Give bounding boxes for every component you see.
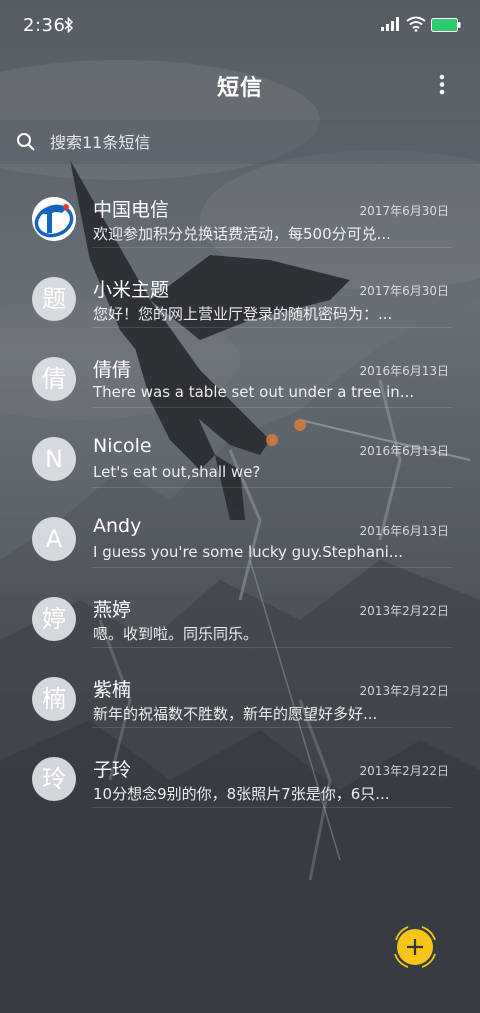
contact-name: Andy: [93, 515, 142, 537]
message-preview: 欢迎参加积分兑换话费活动，每500分可兑...: [93, 225, 391, 243]
message-date: 2016年6月13日: [359, 444, 449, 458]
avatar: 婷: [32, 597, 76, 641]
app-header: 短信: [0, 60, 480, 110]
message-date: 2013年2月22日: [359, 684, 449, 698]
avatar: 玲: [32, 757, 76, 801]
page-title: 短信: [216, 76, 263, 101]
message-date: 2013年2月22日: [359, 764, 449, 778]
message-date: 2016年6月13日: [359, 524, 449, 538]
conversation-item[interactable]: 中国电信 2017年6月30日 欢迎参加积分兑换话费活动，每500分可兑...: [0, 168, 480, 248]
conversation-item[interactable]: N Nicole 2016年6月13日 Let's eat out,shall …: [0, 408, 480, 488]
message-date: 2017年6月30日: [359, 284, 449, 298]
message-preview: There was a table set out under a tree i…: [93, 383, 415, 401]
contact-name: 燕婷: [93, 599, 132, 621]
contact-name: 中国电信: [93, 199, 170, 221]
conversation-item[interactable]: 婷 燕婷 2013年2月22日 嗯。收到啦。同乐同乐。: [0, 568, 480, 648]
conversation-item[interactable]: 楠 紫楠 2013年2月22日 新年的祝福数不胜数，新年的愿望好多好...: [0, 648, 480, 728]
avatar: [32, 197, 76, 241]
contact-name: 紫楠: [93, 679, 132, 701]
avatar: N: [32, 437, 76, 481]
bluetooth-icon: [64, 17, 74, 33]
contact-name: Nicole: [93, 435, 152, 457]
avatar: 倩: [32, 357, 76, 401]
signal-icon: [381, 17, 399, 31]
message-date: 2017年6月30日: [359, 204, 449, 218]
message-date: 2013年2月22日: [359, 604, 449, 618]
conversation-item[interactable]: 玲 子玲 2013年2月22日 10分想念9别的你，8张照片7张是你，6只...: [0, 728, 480, 808]
search-input[interactable]: [50, 120, 450, 164]
search-icon: [17, 133, 35, 151]
conversation-item[interactable]: A Andy 2016年6月13日 I guess you're some lu…: [0, 488, 480, 568]
message-preview: I guess you're some lucky guy.Stephani..…: [93, 543, 404, 561]
search-bar[interactable]: [0, 120, 480, 164]
status-time: 2:36: [23, 15, 66, 36]
status-bar: 2:36: [0, 0, 480, 52]
message-preview: Let's eat out,shall we?: [93, 463, 261, 481]
battery-icon: [431, 18, 461, 32]
more-vertical-icon[interactable]: [432, 72, 452, 98]
china-telecom-logo-icon: [32, 197, 76, 241]
avatar: 题: [32, 277, 76, 321]
message-preview: 您好！您的网上营业厅登录的随机密码为：...: [93, 305, 393, 323]
new-message-button[interactable]: [386, 918, 444, 976]
conversation-item[interactable]: 题 小米主题 2017年6月30日 您好！您的网上营业厅登录的随机密码为：...: [0, 248, 480, 328]
message-preview: 10分想念9别的你，8张照片7张是你，6只...: [93, 785, 390, 803]
message-date: 2016年6月13日: [359, 364, 449, 378]
contact-name: 倩倩: [93, 359, 132, 381]
avatar: A: [32, 517, 76, 561]
avatar: 楠: [32, 677, 76, 721]
conversation-list: 中国电信 2017年6月30日 欢迎参加积分兑换话费活动，每500分可兑... …: [0, 168, 480, 808]
contact-name: 子玲: [93, 759, 132, 781]
contact-name: 小米主题: [93, 279, 170, 301]
conversation-item[interactable]: 倩 倩倩 2016年6月13日 There was a table set ou…: [0, 328, 480, 408]
wifi-icon: [406, 16, 426, 32]
message-preview: 嗯。收到啦。同乐同乐。: [93, 625, 259, 643]
message-preview: 新年的祝福数不胜数，新年的愿望好多好...: [93, 705, 378, 723]
